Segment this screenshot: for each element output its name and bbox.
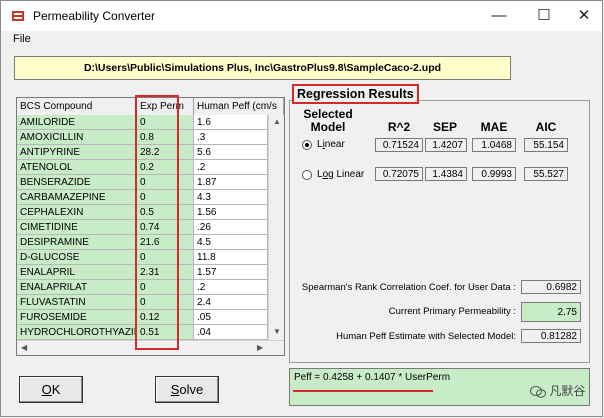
human-peff-cell[interactable]: 2.4 xyxy=(194,295,268,310)
human-peff-cell[interactable]: .26 xyxy=(194,220,268,235)
spearman-label: Spearman's Rank Correlation Coef. for Us… xyxy=(301,282,516,293)
col-aic: AIC xyxy=(535,120,557,134)
human-peff-cell[interactable]: 4.3 xyxy=(194,190,268,205)
human-peff-cell[interactable]: 11.8 xyxy=(194,250,268,265)
linear-mae: 1.0468 xyxy=(472,138,516,152)
current-perm-label: Current Primary Permeability : xyxy=(388,306,516,317)
col-mae: MAE xyxy=(480,120,508,134)
compound-cell[interactable]: ANTIPYRINE xyxy=(17,145,137,160)
menu-bar: File xyxy=(1,31,602,49)
compound-cell[interactable]: ATENOLOL xyxy=(17,160,137,175)
compound-cell[interactable]: FUROSEMIDE xyxy=(17,310,137,325)
linear-r2: 0.71524 xyxy=(375,138,423,152)
human-peff-cell[interactable]: 8.7 xyxy=(194,355,268,356)
title-bar: Permeability Converter — ☐ ✕ xyxy=(1,1,602,31)
label-log-linear[interactable]: Log Linear xyxy=(317,169,364,180)
table-row[interactable]: KETOPROFEN08.7 xyxy=(17,355,268,356)
compound-cell[interactable]: ENALAPRILAT xyxy=(17,280,137,295)
loglinear-r2: 0.72075 xyxy=(375,167,423,181)
scroll-up-icon[interactable]: ▲ xyxy=(273,117,281,126)
compound-cell[interactable]: CEPHALEXIN xyxy=(17,205,137,220)
scroll-down-icon[interactable]: ▼ xyxy=(273,327,281,336)
human-peff-cell[interactable]: .2 xyxy=(194,160,268,175)
radio-log-linear[interactable] xyxy=(302,170,312,180)
compound-cell[interactable]: CARBAMAZEPINE xyxy=(17,190,137,205)
scroll-right-icon[interactable]: ▶ xyxy=(257,343,263,352)
minimize-button[interactable]: — xyxy=(484,5,514,27)
compound-cell[interactable]: BENSERAZIDE xyxy=(17,175,137,190)
linear-sep: 1.4207 xyxy=(425,138,467,152)
human-peff-cell[interactable]: 1.56 xyxy=(194,205,268,220)
human-peff-cell[interactable]: 1.6 xyxy=(194,115,268,130)
file-path-field[interactable]: D:\Users\Public\Simulations Plus, Inc\Ga… xyxy=(14,56,511,80)
human-peff-cell[interactable]: .05 xyxy=(194,310,268,325)
label-linear[interactable]: Linear xyxy=(317,139,345,150)
compound-cell[interactable]: FLUVASTATIN xyxy=(17,295,137,310)
exp-perm-highlight xyxy=(135,95,179,350)
human-peff-cell[interactable]: .2 xyxy=(194,280,268,295)
current-perm-input[interactable]: 2.75 xyxy=(521,302,581,322)
ok-label: OK xyxy=(41,382,61,397)
solve-button[interactable]: Solve xyxy=(155,376,219,403)
watermark: 凡默谷 xyxy=(530,382,585,399)
scroll-left-icon[interactable]: ◀ xyxy=(21,343,27,352)
compound-cell[interactable]: KETOPROFEN xyxy=(17,355,137,356)
wechat-icon xyxy=(530,385,546,398)
compound-cell[interactable]: CIMETIDINE xyxy=(17,220,137,235)
app-icon xyxy=(12,11,24,21)
loglinear-aic: 55.527 xyxy=(524,167,568,181)
compound-cell[interactable]: AMOXICILLIN xyxy=(17,130,137,145)
compound-cell[interactable]: ENALAPRIL xyxy=(17,265,137,280)
compound-cell[interactable]: AMILORIDE xyxy=(17,115,137,130)
col-sep: SEP xyxy=(432,120,457,134)
radio-linear[interactable] xyxy=(302,140,312,150)
spearman-value: 0.6982 xyxy=(521,280,581,294)
human-peff-cell[interactable]: .3 xyxy=(194,130,268,145)
formula-underline xyxy=(293,390,433,392)
watermark-text: 凡默谷 xyxy=(549,384,586,398)
compound-cell[interactable]: DESIPRAMINE xyxy=(17,235,137,250)
loglinear-mae: 0.9993 xyxy=(472,167,516,181)
compound-cell[interactable]: D-GLUCOSE xyxy=(17,250,137,265)
human-peff-cell[interactable]: .04 xyxy=(194,325,268,340)
header-compound[interactable]: BCS Compound xyxy=(17,98,137,115)
linear-aic: 55.154 xyxy=(524,138,568,152)
window-title: Permeability Converter xyxy=(33,9,156,23)
estimate-label: Human Peff Estimate with Selected Model: xyxy=(336,331,516,342)
regression-title: Regression Results xyxy=(292,84,419,104)
human-peff-cell[interactable]: 1.57 xyxy=(194,265,268,280)
human-peff-cell[interactable]: 4.5 xyxy=(194,235,268,250)
ok-button[interactable]: OK xyxy=(19,376,83,403)
menu-file[interactable]: File xyxy=(13,33,31,45)
selected-model-header: Selected Model xyxy=(303,107,353,134)
human-peff-cell[interactable]: 1.87 xyxy=(194,175,268,190)
maximize-button[interactable]: ☐ xyxy=(529,5,559,27)
compound-cell[interactable]: HYDROCHLOROTHYAZIDE xyxy=(17,325,137,340)
vertical-scrollbar[interactable]: ▲ ▼ xyxy=(268,115,284,340)
estimate-value: 0.81282 xyxy=(521,329,581,343)
col-r2: R^2 xyxy=(387,120,411,134)
header-human-peff[interactable]: Human Peff (cm/s xyxy=(194,98,284,115)
close-button[interactable]: ✕ xyxy=(569,5,599,27)
human-peff-cell[interactable]: 5.6 xyxy=(194,145,268,160)
solve-label: Solve xyxy=(170,382,204,397)
loglinear-sep: 1.4384 xyxy=(425,167,467,181)
exp-perm-cell[interactable]: 0 xyxy=(137,355,194,356)
